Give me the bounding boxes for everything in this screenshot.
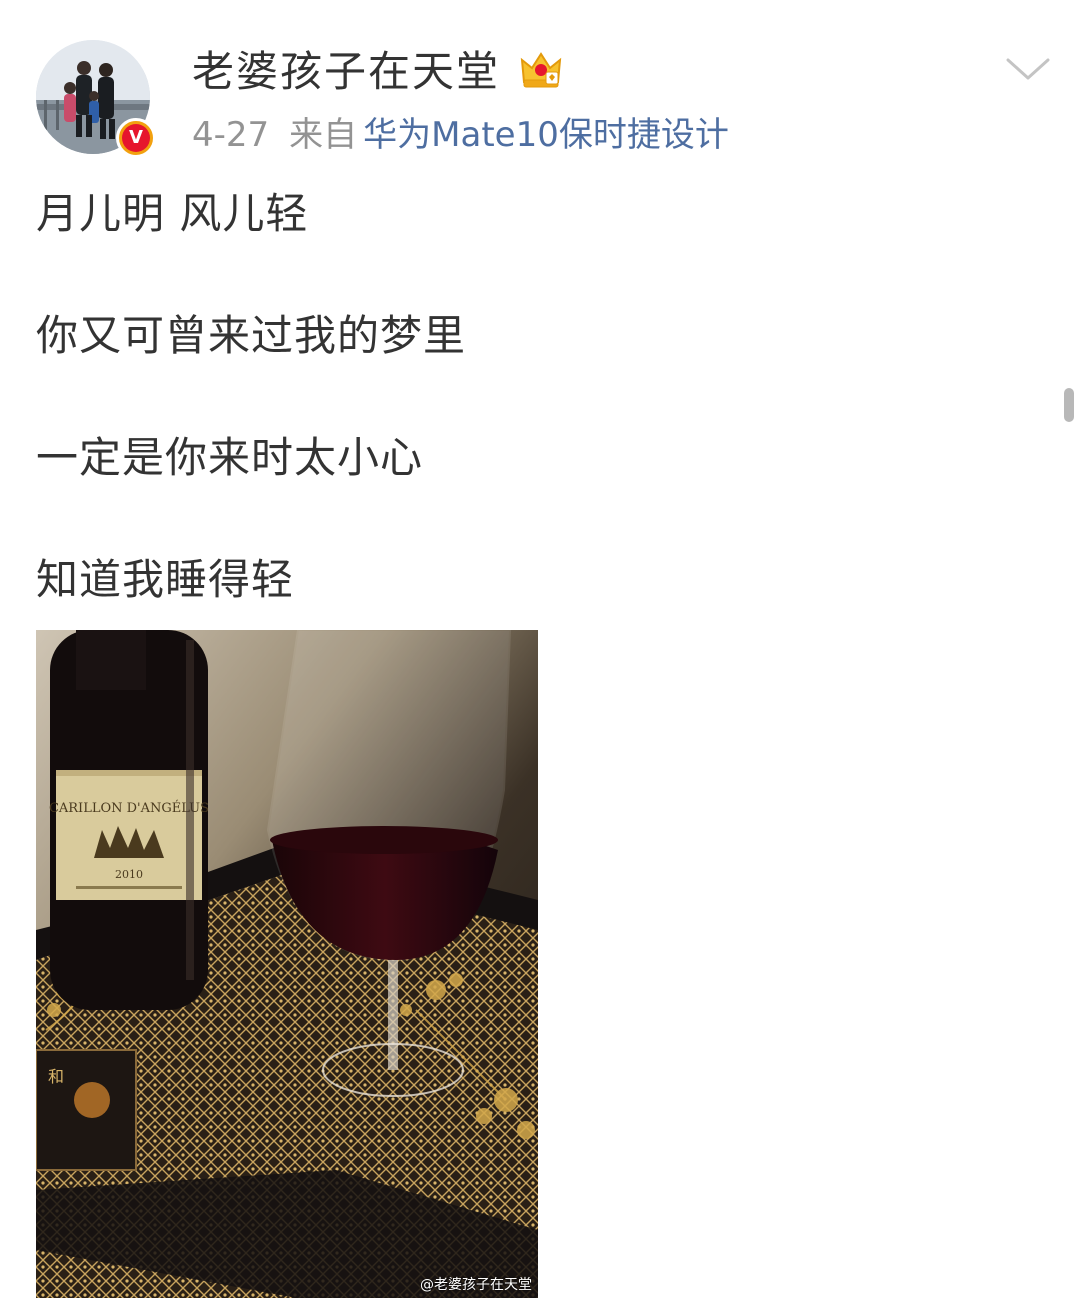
svg-text:CARILLON D'ANGÉLUS: CARILLON D'ANGÉLUS [49,800,209,816]
svg-text:2010: 2010 [115,868,143,881]
post-text-line: 一定是你来时太小心 [36,433,424,482]
crown-member-level-icon[interactable] [518,46,564,92]
post-text-line: 你又可曾来过我的梦里 [36,311,467,360]
source-label: 来自 [289,115,358,155]
verified-v-badge-icon: V [116,118,156,158]
wine-bottle-glass-photo: CARILLON D'ANGÉLUS 2010 和 [36,630,538,1298]
image-watermark: @老婆孩子在天堂 [420,1277,532,1293]
post-image[interactable]: CARILLON D'ANGÉLUS 2010 和 @老婆孩子在天堂 [36,630,538,1298]
source-device-link[interactable]: 华为Mate10保时捷设计 [363,112,729,158]
username[interactable]: 老婆孩子在天堂 [192,44,500,100]
post-meta: 4-27 来自 华为Mate10保时捷设计 [192,112,729,158]
chevron-down-icon[interactable] [1004,52,1052,86]
weibo-post: V 老婆孩子在天堂 4-27 来自 华为Mate10保时捷设计 月儿明 风儿轻 你又… [0,0,1080,1298]
post-time: 4-27 [192,115,270,155]
post-text-line: 月儿明 风儿轻 [36,189,309,238]
verified-letter: V [122,124,150,152]
scrollbar-thumb[interactable] [1064,388,1074,422]
svg-text:和: 和 [48,1067,64,1086]
post-text-line: 知道我睡得轻 [36,555,295,604]
